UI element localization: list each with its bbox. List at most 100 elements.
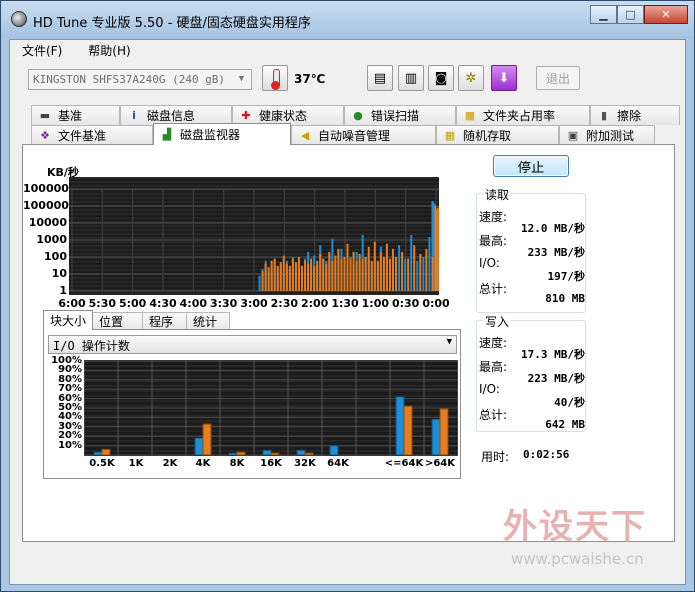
block-size-bar <box>194 437 204 456</box>
rate-bar <box>382 257 385 291</box>
rate-bar <box>313 265 316 291</box>
camera-icon: ◙ <box>434 70 448 86</box>
rate-bar <box>279 262 282 291</box>
menu-file[interactable]: 文件(F) <box>22 42 62 59</box>
window-title: HD Tune 专业版 5.50 - 硬盘/固态硬盘实用程序 <box>33 16 311 31</box>
rate-bar <box>404 258 407 291</box>
tab-health[interactable]: ✚ 健康状态 <box>232 105 344 125</box>
exit-button[interactable]: 退出 <box>536 66 580 90</box>
rate-bar <box>273 258 276 291</box>
rate-bar <box>301 265 303 291</box>
erase-icon: ▮ <box>600 108 608 122</box>
random-access-icon: ▦ <box>444 128 456 142</box>
menu-help[interactable]: 帮助(H) <box>88 42 130 59</box>
tab-aam[interactable]: ◀ 自动噪音管理 <box>291 125 436 145</box>
maximize-button[interactable]: □ <box>617 5 644 24</box>
block-size-bar <box>202 423 212 456</box>
options-button[interactable]: ✲ <box>458 65 484 91</box>
write-io-value: 40/秒 <box>554 396 585 409</box>
subtab-bar: 块大小 位置 程序 统计 <box>43 310 231 330</box>
read-io-value: 197/秒 <box>547 270 586 283</box>
rate-bar <box>376 260 379 291</box>
block-size-bar <box>304 452 314 456</box>
y-tick-label: 10000 <box>28 216 67 229</box>
rate-bar <box>425 248 428 291</box>
block-size-chart <box>83 360 459 457</box>
tab-row-2: ❖ 文件基准 ▟ 磁盘监视器 ◀ 自动噪音管理 ▦ 随机存取 ▣ 附加测试 <box>31 123 655 145</box>
block-size-bar <box>270 452 280 456</box>
download-button[interactable]: ⬇ <box>491 65 517 91</box>
subtab-position[interactable]: 位置 <box>92 312 144 330</box>
watermark: 外设天下 www.pcwaishe.cn <box>497 495 687 580</box>
thermometer-icon <box>262 65 288 91</box>
rate-bar <box>355 260 358 291</box>
grid-band <box>84 385 458 387</box>
x-tick-label: 0:00 <box>422 297 450 310</box>
subtab-program[interactable]: 程序 <box>142 312 188 330</box>
speaker-icon: ◀ <box>300 128 310 142</box>
tab-disk-info[interactable]: i 磁盘信息 <box>120 105 232 125</box>
write-speed-value: 17.3 MB/秒 <box>521 348 585 361</box>
title-bar[interactable]: HD Tune 专业版 5.50 - 硬盘/固态硬盘实用程序 ▁ □ ✕ <box>1 1 694 39</box>
y-tick-label: 100000 <box>23 199 69 212</box>
y-tick-label: 1000 <box>36 233 67 246</box>
copy-info-button[interactable]: ▤ <box>367 65 393 91</box>
health-icon: ✚ <box>241 108 251 122</box>
tab-extra-tests[interactable]: ▣ 附加测试 <box>559 125 655 145</box>
tab-file-benchmark[interactable]: ❖ 文件基准 <box>31 125 153 145</box>
screenshot-button[interactable]: ◙ <box>428 65 454 91</box>
rate-bar <box>361 258 364 291</box>
rate-bar <box>370 260 373 291</box>
write-total-value: 642 MB <box>545 418 585 431</box>
read-title: 读取 <box>483 186 512 203</box>
rate-bar <box>307 263 310 291</box>
subtab-statistics[interactable]: 统计 <box>186 312 231 330</box>
rate-bar <box>373 241 376 291</box>
write-total-label: 总计: <box>479 408 508 422</box>
benchmark-icon: ▬ <box>39 108 51 122</box>
block-size-bar <box>236 451 246 456</box>
read-total-label: 总计: <box>479 282 508 296</box>
rate-bar <box>364 257 367 291</box>
monitor-icon: ▟ <box>162 127 172 141</box>
minimize-button[interactable]: ▁ <box>590 5 617 24</box>
elapsed-label: 用时: <box>481 450 510 464</box>
grid-band <box>84 365 458 367</box>
rate-bar <box>316 260 319 291</box>
drive-select[interactable]: KINGSTON SHFS37A240G (240 gB) ▼ <box>28 69 252 90</box>
rate-bar <box>388 258 391 291</box>
tab-random-access[interactable]: ▦ 随机存取 <box>436 125 559 145</box>
block-size-panel: I/O 操作计数 ▼ 100% 90% 80% 70% 60% 50% 40% 30% 20% 1… <box>43 329 461 479</box>
block-size-bar <box>296 449 306 456</box>
subtab-block-size[interactable]: 块大小 <box>43 310 94 330</box>
rate-bar <box>328 251 331 291</box>
grid-band <box>69 185 439 187</box>
copy-all-button[interactable]: ▥ <box>398 65 424 91</box>
watermark-url: www.pcwaishe.cn <box>511 550 644 568</box>
elapsed-value: 0:02:56 <box>523 448 570 461</box>
tab-folder-usage[interactable]: ■ 文件夹占用率 <box>456 105 590 125</box>
block-size-bar <box>228 452 238 456</box>
tab-erase[interactable]: ▮ 擦除 <box>590 105 680 125</box>
info-icon: i <box>132 108 136 122</box>
rate-bar <box>340 258 343 291</box>
rate-bar <box>385 243 388 291</box>
rate-bar <box>297 257 300 291</box>
close-button[interactable]: ✕ <box>644 5 688 24</box>
tab-benchmark[interactable]: ▬ 基准 <box>31 105 120 125</box>
block-size-bar <box>329 445 339 456</box>
rate-bar <box>285 263 288 291</box>
tab-error-scan[interactable]: ● 错误扫描 <box>344 105 456 125</box>
rate-bar <box>294 262 297 291</box>
stop-button[interactable]: 停止 <box>493 155 569 177</box>
io-type-select[interactable]: I/O 操作计数 ▼ <box>48 335 457 354</box>
rate-bar <box>322 258 325 291</box>
y-tick-label: 100 <box>44 250 67 263</box>
transfer-rate-chart <box>69 177 439 295</box>
rate-bar <box>325 263 328 291</box>
tab-disk-monitor[interactable]: ▟ 磁盘监视器 <box>153 123 291 145</box>
copy-all-icon: ▥ <box>404 70 418 86</box>
app-window: HD Tune 专业版 5.50 - 硬盘/固态硬盘实用程序 ▁ □ ✕ 文件(… <box>0 0 695 592</box>
extra-tests-icon: ▣ <box>567 128 579 142</box>
scan-icon: ● <box>353 108 363 122</box>
